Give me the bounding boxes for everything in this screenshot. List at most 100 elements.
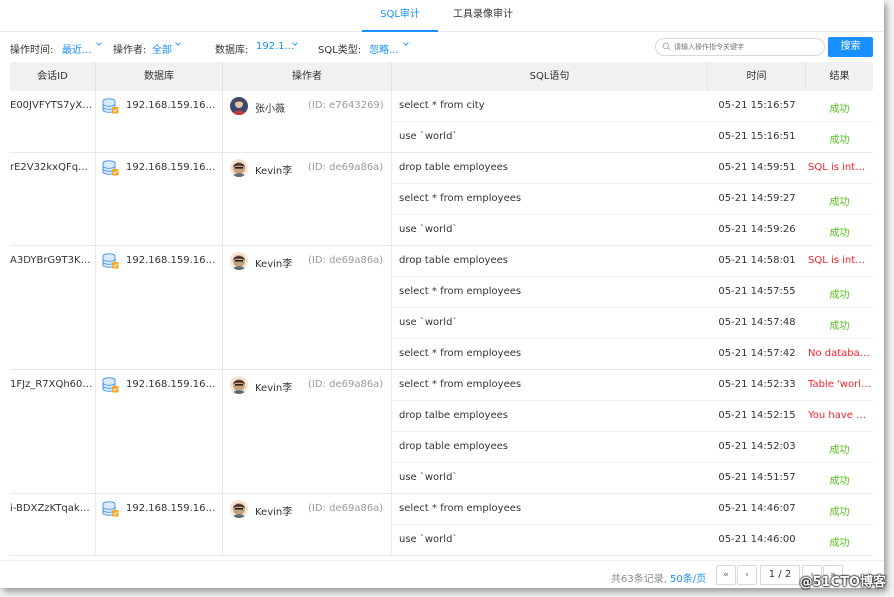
database-address: 192.168.159.167:... [126, 162, 220, 173]
session-id-cell: i-BDXZzKTqakm... [10, 494, 96, 555]
session-group: rE2V32kxQFqUf... 192.168.159.167:... Kevin… [10, 153, 873, 246]
sql-statement: select * from employees [399, 286, 522, 297]
db-filter-select[interactable]: 192.1... [256, 41, 294, 52]
page-indicator[interactable]: 1 / 2 [760, 565, 800, 585]
search-icon [662, 42, 671, 54]
prev-page-button[interactable]: ‹ [737, 565, 757, 585]
sql-statement: select * from city [399, 100, 485, 111]
sql-statement: use `world` [399, 472, 458, 483]
table-row[interactable]: select * from employees 05-21 14:57:42 No … [392, 339, 873, 370]
table-row[interactable]: select * from city 05-21 15:16:57 成功 [392, 91, 873, 122]
database-icon [102, 253, 119, 272]
sql-statement: drop table employees [399, 255, 508, 266]
session-id[interactable]: i-BDXZzKTqakm... [10, 503, 94, 514]
table-header: 会话ID 数据库 操作者 SQL语句 时间 结果 [10, 62, 873, 91]
database-address: 192.168.159.167:... [126, 503, 220, 514]
session-id-cell: 1FJz_R7XQh60rL... [10, 370, 96, 493]
filter-bar: 操作时间: 最近... 操作者: 全部 数据库: 192.1... SQL类型:… [0, 36, 884, 60]
table-row[interactable]: drop table employees 05-21 14:52:03 成功 [392, 432, 873, 463]
avatar [230, 159, 248, 177]
timestamp: 05-21 14:57:55 [718, 286, 796, 297]
timestamp: 05-21 14:52:15 [718, 410, 796, 421]
table-row[interactable]: select * from employees 05-21 14:52:33 Tab… [392, 370, 873, 401]
table-row[interactable]: drop table employees 05-21 14:58:01 SQL is… [392, 246, 873, 277]
time-filter-label: 操作时间: [10, 45, 54, 56]
result-status: SQL is interc... [808, 162, 873, 173]
page-size-select[interactable]: 50条/页 [670, 570, 706, 585]
search-button[interactable]: 搜索 [828, 37, 873, 57]
sql-statement: use `world` [399, 131, 458, 142]
chevron-down-icon[interactable] [96, 41, 102, 47]
table-row[interactable]: use `world` 05-21 14:46:00 成功 [392, 525, 873, 556]
timestamp: 05-21 14:58:01 [718, 255, 796, 266]
table-row[interactable]: select * from employees 05-21 14:46:07 成功 [392, 494, 873, 525]
table-row[interactable]: use `world` 05-21 14:51:57 成功 [392, 463, 873, 494]
avatar [230, 97, 248, 115]
database-address: 192.168.159.167:... [126, 379, 220, 390]
sqltype-filter-select[interactable]: 忽略... [369, 41, 399, 56]
table-row[interactable]: select * from employees 05-21 14:59:27 成功 [392, 184, 873, 215]
timestamp: 05-21 14:59:26 [718, 224, 796, 235]
sql-statement: drop talbe employees [399, 410, 508, 421]
session-id[interactable]: A3DYBrG9T3K2P... [10, 255, 94, 266]
result-status: 成功 [829, 197, 850, 208]
pagination: 共63条记录, 50条/页 « ‹ 1 / 2 › » [0, 560, 884, 588]
column-header-time: 时间 [708, 62, 806, 91]
tab-sql-audit[interactable]: SQL审计 [362, 0, 438, 32]
operator-name: Kevin李 [255, 259, 293, 270]
chevron-down-icon[interactable] [403, 41, 409, 47]
tab-bar: SQL审计 工具录像审计 [0, 0, 884, 32]
session-id[interactable]: rE2V32kxQFqUf... [10, 162, 94, 173]
result-status: 成功 [829, 538, 850, 549]
operator-id: (ID: de69a86a) [308, 162, 384, 173]
database-cell: 192.168.159.167:... [96, 153, 223, 245]
timestamp: 05-21 14:57:48 [718, 317, 796, 328]
timestamp: 05-21 15:16:51 [718, 131, 796, 142]
table-row[interactable]: use `world` 05-21 14:59:26 成功 [392, 215, 873, 246]
operator-cell: Kevin李 (ID: de69a86a) [223, 153, 392, 245]
search-input[interactable] [674, 40, 822, 54]
column-header-sql: SQL语句 [392, 62, 708, 91]
sql-statement: use `world` [399, 224, 458, 235]
timestamp: 05-21 14:46:00 [718, 534, 796, 545]
search-box [655, 38, 825, 56]
chevron-down-icon[interactable] [292, 41, 298, 47]
sql-statement: drop table employees [399, 162, 508, 173]
timestamp: 05-21 14:57:42 [718, 348, 796, 359]
database-icon [102, 98, 119, 117]
timestamp: 05-21 14:59:27 [718, 193, 796, 204]
table-row[interactable]: use `world` 05-21 14:57:48 成功 [392, 308, 873, 339]
table-row[interactable]: drop table employees 05-21 14:59:51 SQL is… [392, 153, 873, 184]
chevron-down-icon[interactable] [175, 41, 181, 47]
timestamp: 05-21 14:46:07 [718, 503, 796, 514]
database-icon [102, 501, 119, 520]
sql-statement: use `world` [399, 534, 458, 545]
result-status: You have an ... [808, 410, 873, 421]
table-row[interactable]: select * from employees 05-21 14:57:55 成功 [392, 277, 873, 308]
session-id-cell: A3DYBrG9T3K2P... [10, 246, 96, 369]
time-filter-select[interactable]: 最近... [62, 41, 92, 56]
timestamp: 05-21 14:52:33 [718, 379, 796, 390]
timestamp: 05-21 14:52:03 [718, 441, 796, 452]
operator-id: (ID: de69a86a) [308, 255, 384, 266]
operator-id: (ID: de69a86a) [308, 379, 384, 390]
session-id[interactable]: 1FJz_R7XQh60rL... [10, 379, 94, 390]
session-group: i-BDXZzKTqakm... 192.168.159.167:... Kevin… [10, 494, 873, 556]
operator-name: 张小薇 [255, 104, 285, 115]
operator-cell: 张小薇 (ID: e7643269) [223, 91, 392, 152]
result-status: 成功 [829, 290, 850, 301]
avatar [230, 376, 248, 394]
session-id[interactable]: E00JVFYTS7yXZ... [10, 100, 94, 111]
operator-filter-label: 操作者: [113, 45, 147, 56]
tab-tool-recording-audit[interactable]: 工具录像审计 [446, 0, 520, 32]
database-cell: 192.168.159.167:... [96, 91, 223, 152]
operator-filter-select[interactable]: 全部 [152, 41, 172, 56]
table-row[interactable]: use `world` 05-21 15:16:51 成功 [392, 122, 873, 153]
database-cell: 192.168.159.167:... [96, 246, 223, 369]
sql-statement: select * from employees [399, 503, 522, 514]
database-cell: 192.168.159.167:... [96, 370, 223, 493]
sql-statement: drop table employees [399, 441, 508, 452]
operator-cell: Kevin李 (ID: de69a86a) [223, 246, 392, 369]
table-row[interactable]: drop talbe employees 05-21 14:52:15 You ha… [392, 401, 873, 432]
first-page-button[interactable]: « [716, 565, 736, 585]
